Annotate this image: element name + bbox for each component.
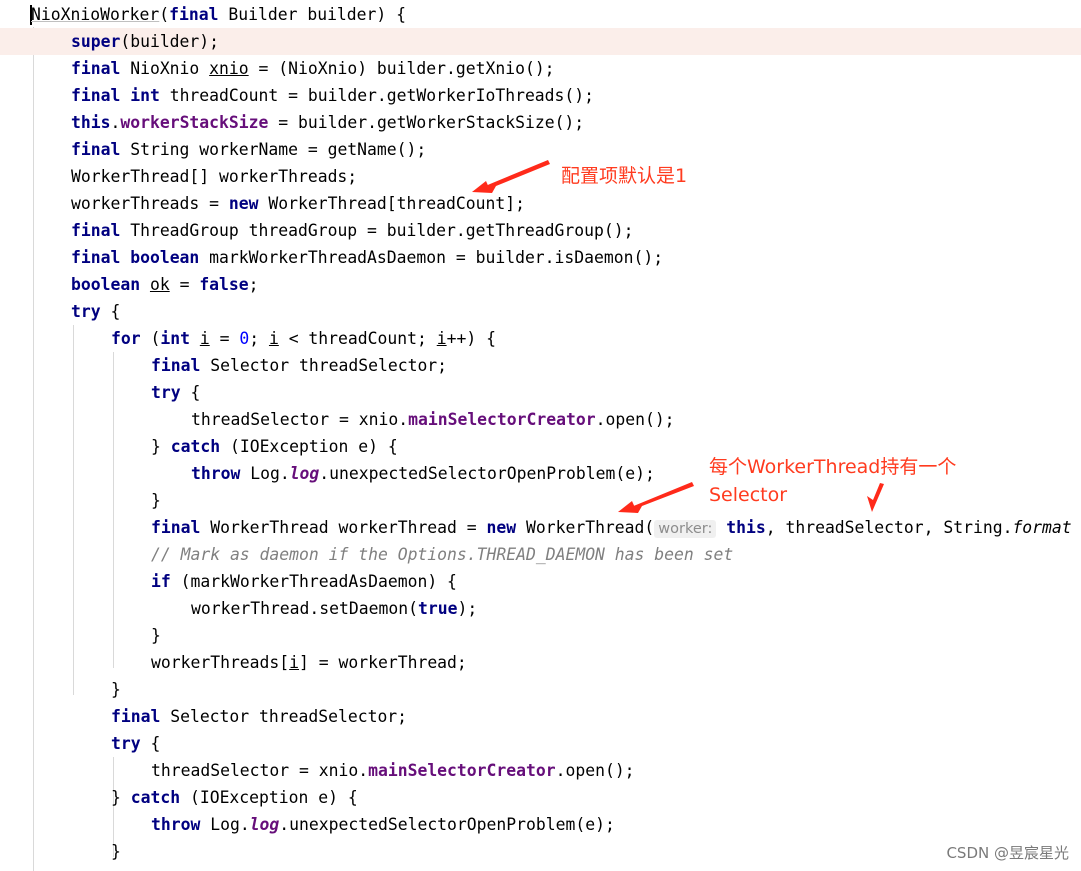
watermark: CSDN @昱宸星光 <box>946 844 1069 862</box>
arrow-icon <box>618 482 694 513</box>
annotation-arrows <box>472 160 884 513</box>
arrow-icon <box>867 483 884 512</box>
arrow-icon <box>472 160 550 193</box>
